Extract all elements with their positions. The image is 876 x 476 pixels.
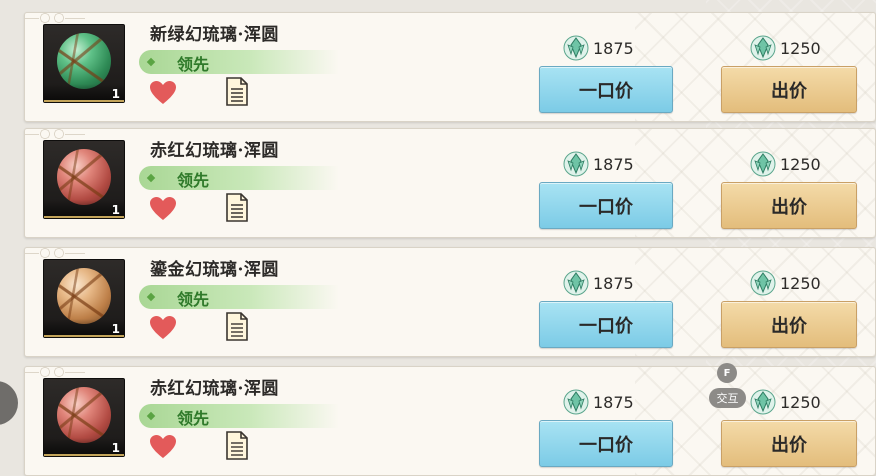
bid-price-value: 1250: [780, 154, 821, 174]
status-label: 领先: [177, 55, 210, 74]
buyout-price: 1875: [563, 35, 634, 61]
item-thumbnail[interactable]: 1: [43, 140, 125, 219]
item-quantity: 1: [111, 322, 120, 336]
status-badge: 领先: [139, 166, 339, 190]
bid-button[interactable]: 出价: [721, 301, 857, 348]
listing-card[interactable]: 1 鎏金幻琉璃·浑圆 领先 1875 1250 一口价 出价: [24, 247, 876, 357]
crystal-currency-icon: [750, 35, 776, 61]
bid-price-value: 1250: [780, 273, 821, 293]
heart-icon[interactable]: [149, 434, 177, 460]
item-quantity: 1: [111, 87, 120, 101]
status-badge: 领先: [139, 404, 339, 428]
document-icon[interactable]: [225, 77, 249, 106]
buyout-price-value: 1875: [593, 154, 634, 174]
buyout-button[interactable]: 一口价: [539, 301, 673, 348]
crystal-currency-icon: [750, 270, 776, 296]
heart-icon[interactable]: [149, 80, 177, 106]
bid-price: 1250: [750, 151, 821, 177]
diamond-icon: [146, 411, 156, 421]
status-label: 领先: [177, 171, 210, 190]
auction-listing-list[interactable]: 1 新绿幻琉璃·浑圆 领先 1875 1250 一口价 出价 1 赤红幻琉璃·浑…: [0, 0, 876, 476]
heart-icon[interactable]: [149, 196, 177, 222]
buyout-price: 1875: [563, 270, 634, 296]
orb-image: [57, 149, 111, 205]
item-name: 赤红幻琉璃·浑圆: [150, 141, 279, 161]
crystal-currency-icon: [750, 151, 776, 177]
listing-card[interactable]: 1 赤红幻琉璃·浑圆 领先 1875 1250 一口价 出价: [24, 366, 876, 476]
bid-button[interactable]: 出价: [721, 182, 857, 229]
crystal-currency-icon: [563, 151, 589, 177]
buyout-button[interactable]: 一口价: [539, 420, 673, 467]
diamond-icon: [146, 57, 156, 67]
item-thumbnail[interactable]: 1: [43, 24, 125, 103]
bid-price: 1250: [750, 35, 821, 61]
status-badge: 领先: [139, 285, 339, 309]
item-thumbnail[interactable]: 1: [43, 378, 125, 457]
card-corner-ornament: [25, 13, 85, 23]
card-corner-ornament: [25, 248, 85, 258]
bid-button[interactable]: 出价: [721, 420, 857, 467]
status-label: 领先: [177, 290, 210, 309]
bid-price-value: 1250: [780, 38, 821, 58]
crystal-currency-icon: [563, 270, 589, 296]
item-name: 赤红幻琉璃·浑圆: [150, 379, 279, 399]
item-quantity: 1: [111, 203, 120, 217]
bid-price-value: 1250: [780, 392, 821, 412]
buyout-price-value: 1875: [593, 392, 634, 412]
card-corner-ornament: [25, 367, 85, 377]
crystal-currency-icon: [563, 35, 589, 61]
diamond-icon: [146, 173, 156, 183]
heart-icon[interactable]: [149, 315, 177, 341]
document-icon[interactable]: [225, 431, 249, 460]
crystal-currency-icon: [563, 389, 589, 415]
bid-price: 1250: [750, 389, 821, 415]
orb-image: [57, 33, 111, 89]
card-corner-ornament: [25, 129, 85, 139]
document-icon[interactable]: [225, 312, 249, 341]
item-quantity: 1: [111, 441, 120, 455]
interact-key-hint: F: [717, 363, 737, 383]
orb-image: [57, 268, 111, 324]
buyout-button[interactable]: 一口价: [539, 66, 673, 113]
item-name: 鎏金幻琉璃·浑圆: [150, 260, 279, 280]
buyout-price: 1875: [563, 151, 634, 177]
buyout-price: 1875: [563, 389, 634, 415]
listing-card[interactable]: 1 赤红幻琉璃·浑圆 领先 1875 1250 一口价 出价: [24, 128, 876, 238]
buyout-button[interactable]: 一口价: [539, 182, 673, 229]
interact-button[interactable]: 交互: [709, 388, 746, 408]
bid-button[interactable]: 出价: [721, 66, 857, 113]
crystal-currency-icon: [750, 389, 776, 415]
status-badge: 领先: [139, 50, 339, 74]
orb-image: [57, 387, 111, 443]
diamond-icon: [146, 292, 156, 302]
bid-price: 1250: [750, 270, 821, 296]
status-label: 领先: [177, 409, 210, 428]
item-thumbnail[interactable]: 1: [43, 259, 125, 338]
listing-card[interactable]: 1 新绿幻琉璃·浑圆 领先 1875 1250 一口价 出价: [24, 12, 876, 122]
item-name: 新绿幻琉璃·浑圆: [150, 25, 279, 45]
buyout-price-value: 1875: [593, 38, 634, 58]
document-icon[interactable]: [225, 193, 249, 222]
buyout-price-value: 1875: [593, 273, 634, 293]
